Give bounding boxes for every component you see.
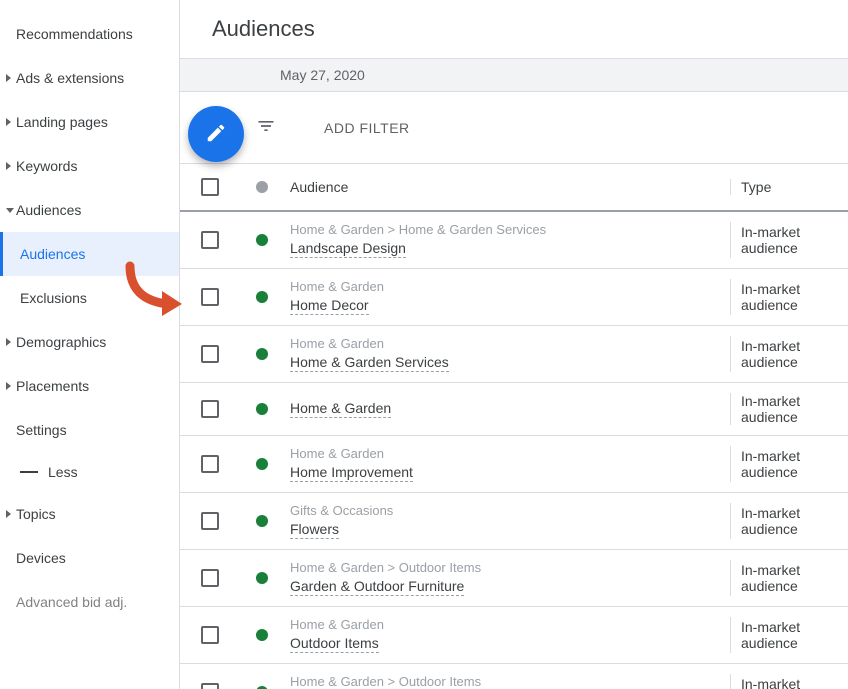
filter-bar: ADD FILTER bbox=[180, 92, 848, 164]
type-label: audience bbox=[741, 521, 848, 537]
type-label: audience bbox=[741, 464, 848, 480]
create-fab[interactable] bbox=[188, 106, 244, 162]
type-label: In-market bbox=[741, 393, 848, 409]
sidebar: Recommendations Ads & extensions Landing… bbox=[0, 0, 180, 689]
date-bar: May 27, 2020 bbox=[180, 58, 848, 92]
type-label: audience bbox=[741, 240, 848, 256]
row-checkbox[interactable] bbox=[201, 345, 219, 363]
nav-demographics[interactable]: Demographics bbox=[0, 320, 179, 364]
table-row[interactable]: Home & Garden > Home & Garden Services L… bbox=[180, 212, 848, 269]
status-enabled-icon bbox=[256, 403, 268, 415]
type-label: In-market bbox=[741, 224, 848, 240]
type-label: In-market bbox=[741, 562, 848, 578]
table-row[interactable]: Home & Garden Home & Garden Services In-… bbox=[180, 326, 848, 383]
type-label: audience bbox=[741, 354, 848, 370]
nav-topics[interactable]: Topics bbox=[0, 492, 179, 536]
table-row[interactable]: Gifts & Occasions Flowers In-market audi… bbox=[180, 493, 848, 550]
nav-less-label: Less bbox=[48, 464, 78, 480]
breadcrumb: Home & Garden bbox=[290, 617, 730, 632]
nav-recommendations[interactable]: Recommendations bbox=[0, 12, 179, 56]
row-checkbox[interactable] bbox=[201, 626, 219, 644]
status-enabled-icon bbox=[256, 234, 268, 246]
main-content: Audiences May 27, 2020 ADD FILTER Audien… bbox=[180, 0, 848, 689]
breadcrumb: Home & Garden bbox=[290, 279, 730, 294]
column-type-header[interactable]: Type bbox=[730, 179, 848, 195]
audience-name[interactable]: Garden & Outdoor Furniture bbox=[290, 578, 464, 596]
row-checkbox[interactable] bbox=[201, 400, 219, 418]
nav-placements[interactable]: Placements bbox=[0, 364, 179, 408]
breadcrumb: Home & Garden bbox=[290, 446, 730, 461]
status-header-icon bbox=[256, 181, 268, 193]
status-enabled-icon bbox=[256, 629, 268, 641]
type-label: In-market bbox=[741, 448, 848, 464]
audiences-table: Audience Type Home & Garden > Home & Gar… bbox=[180, 164, 848, 689]
filter-icon[interactable] bbox=[256, 116, 276, 139]
type-label: In-market bbox=[741, 676, 848, 689]
table-row[interactable]: Home & Garden Outdoor Items In-market au… bbox=[180, 607, 848, 664]
breadcrumb: Gifts & Occasions bbox=[290, 503, 730, 518]
nav-keywords[interactable]: Keywords bbox=[0, 144, 179, 188]
audience-name[interactable]: Outdoor Items bbox=[290, 635, 379, 653]
pencil-icon bbox=[205, 122, 227, 147]
status-enabled-icon bbox=[256, 458, 268, 470]
breadcrumb: Home & Garden > Home & Garden Services bbox=[290, 222, 730, 237]
nav-less[interactable]: Less bbox=[0, 452, 179, 492]
nav-advanced-bid[interactable]: Advanced bid adj. bbox=[0, 580, 179, 624]
nav-ads-extensions[interactable]: Ads & extensions bbox=[0, 56, 179, 100]
type-label: audience bbox=[741, 578, 848, 594]
table-row[interactable]: Home & Garden In-market audience bbox=[180, 383, 848, 436]
status-enabled-icon bbox=[256, 291, 268, 303]
type-label: audience bbox=[741, 635, 848, 651]
type-label: audience bbox=[741, 409, 848, 425]
table-row[interactable]: Home & Garden Home Improvement In-market… bbox=[180, 436, 848, 493]
row-checkbox[interactable] bbox=[201, 288, 219, 306]
table-row[interactable]: Home & Garden > Outdoor Items Garden & O… bbox=[180, 550, 848, 607]
page-title: Audiences bbox=[180, 0, 848, 58]
breadcrumb: Home & Garden > Outdoor Items bbox=[290, 674, 730, 689]
type-label: In-market bbox=[741, 505, 848, 521]
table-row[interactable]: Home & Garden > Outdoor Items Lawn Care … bbox=[180, 664, 848, 689]
status-enabled-icon bbox=[256, 348, 268, 360]
row-checkbox[interactable] bbox=[201, 231, 219, 249]
type-label: In-market bbox=[741, 619, 848, 635]
nav-audiences[interactable]: Audiences bbox=[0, 188, 179, 232]
audience-name[interactable]: Landscape Design bbox=[290, 240, 406, 258]
column-audience-header[interactable]: Audience bbox=[284, 179, 730, 195]
table-row[interactable]: Home & Garden Home Decor In-market audie… bbox=[180, 269, 848, 326]
nav-settings[interactable]: Settings bbox=[0, 408, 179, 452]
add-filter-button[interactable]: ADD FILTER bbox=[324, 120, 410, 136]
audience-name[interactable]: Flowers bbox=[290, 521, 339, 539]
status-enabled-icon bbox=[256, 515, 268, 527]
row-checkbox[interactable] bbox=[201, 569, 219, 587]
nav-landing-pages[interactable]: Landing pages bbox=[0, 100, 179, 144]
row-checkbox[interactable] bbox=[201, 683, 219, 689]
audience-name[interactable]: Home & Garden bbox=[290, 400, 391, 418]
type-label: audience bbox=[741, 297, 848, 313]
audience-name[interactable]: Home Decor bbox=[290, 297, 369, 315]
breadcrumb: Home & Garden bbox=[290, 336, 730, 351]
nav-exclusions[interactable]: Exclusions bbox=[0, 276, 179, 320]
nav-devices[interactable]: Devices bbox=[0, 536, 179, 580]
row-checkbox[interactable] bbox=[201, 455, 219, 473]
row-checkbox[interactable] bbox=[201, 512, 219, 530]
type-label: In-market bbox=[741, 338, 848, 354]
status-enabled-icon bbox=[256, 572, 268, 584]
nav-audiences-sub[interactable]: Audiences bbox=[0, 232, 179, 276]
breadcrumb: Home & Garden > Outdoor Items bbox=[290, 560, 730, 575]
table-header: Audience Type bbox=[180, 164, 848, 212]
select-all-checkbox[interactable] bbox=[201, 178, 219, 196]
audience-name[interactable]: Home & Garden Services bbox=[290, 354, 449, 372]
type-label: In-market bbox=[741, 281, 848, 297]
audience-name[interactable]: Home Improvement bbox=[290, 464, 413, 482]
